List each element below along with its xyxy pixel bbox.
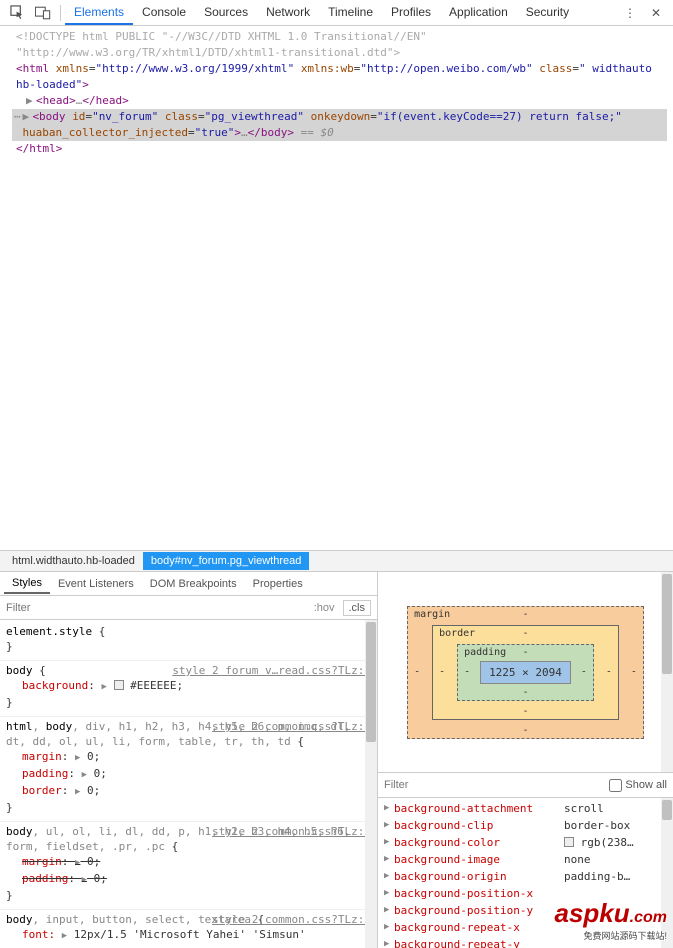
styles-panel: Styles Event Listeners DOM Breakpoints P… (0, 572, 378, 948)
device-toggle-icon[interactable] (30, 1, 56, 25)
lower-panel: Styles Event Listeners DOM Breakpoints P… (0, 572, 673, 948)
subtab-properties[interactable]: Properties (245, 575, 311, 593)
styles-rules[interactable]: element.style {} style 2 forum v…read.cs… (0, 620, 377, 948)
toolbar-separator (60, 5, 61, 21)
padding-label: padding (464, 647, 506, 658)
rule-source-link[interactable]: style 2 forum v…read.css?TLz:1 (172, 663, 371, 678)
computed-row[interactable]: ▶background-color rgb(238… (378, 834, 673, 851)
more-icon[interactable]: ⋮ (617, 1, 643, 25)
tab-security[interactable]: Security (517, 1, 578, 25)
rule-struck[interactable]: style 2 common.css?TLz:1 body, ul, ol, l… (0, 822, 377, 910)
tab-sources[interactable]: Sources (195, 1, 257, 25)
rule-body-bg[interactable]: style 2 forum v…read.css?TLz:1 body { ba… (0, 661, 377, 717)
devtools-toolbar: Elements Console Sources Network Timelin… (0, 0, 673, 26)
dom-tree[interactable]: <!DOCTYPE html PUBLIC "-//W3C//DTD XHTML… (0, 26, 673, 550)
rule-element-style[interactable]: element.style {} (0, 622, 377, 661)
subtab-styles[interactable]: Styles (4, 574, 50, 594)
computed-properties[interactable]: ▶background-attachmentscroll ▶background… (378, 798, 673, 948)
tab-elements[interactable]: Elements (65, 1, 133, 25)
head-line[interactable]: ▶<head>…</head> (12, 93, 667, 109)
crumb-body[interactable]: body#nv_forum.pg_viewthread (143, 552, 309, 570)
crumb-html[interactable]: html.widthauto.hb-loaded (4, 552, 143, 570)
computed-scrollbar[interactable] (661, 798, 673, 948)
computed-row[interactable]: ▶background-position-y (378, 902, 673, 919)
styles-filter-row: :hov .cls (0, 596, 377, 620)
styles-subtabs: Styles Event Listeners DOM Breakpoints P… (0, 572, 377, 596)
html-close[interactable]: </html> (12, 141, 667, 157)
computed-row[interactable]: ▶background-repeat-x (378, 919, 673, 936)
rule-reset[interactable]: style 2 common.css?TLz:1 html, body, div… (0, 717, 377, 822)
subtab-eventlisteners[interactable]: Event Listeners (50, 575, 142, 593)
panel-tabs: Elements Console Sources Network Timelin… (65, 1, 617, 25)
cls-toggle[interactable]: .cls (343, 600, 372, 616)
show-all-checkbox[interactable]: Show all (609, 779, 667, 792)
border-label: border (439, 628, 475, 639)
computed-filter-input[interactable] (384, 779, 609, 791)
hov-toggle[interactable]: :hov (314, 602, 335, 614)
body-line-selected[interactable]: ⋯ ▶<body id="nv_forum" class="pg_viewthr… (12, 109, 667, 141)
html-open[interactable]: <html xmlns="http://www.w3.org/1999/xhtm… (12, 61, 667, 93)
content-size: 1225 × 2094 (480, 661, 571, 684)
computed-panel: margin - - - - border - - - - padding - … (378, 572, 673, 948)
inspect-icon[interactable] (4, 1, 30, 25)
boxmodel-scrollbar[interactable] (661, 572, 673, 772)
tab-application[interactable]: Application (440, 1, 517, 25)
computed-row[interactable]: ▶background-imagenone (378, 851, 673, 868)
rule-source-link[interactable]: style 2 common.css?TLz:1 (212, 719, 371, 734)
computed-row[interactable]: ▶background-position-x (378, 885, 673, 902)
tab-profiles[interactable]: Profiles (382, 1, 440, 25)
computed-filter-row: Show all (378, 772, 673, 798)
styles-scrollbar[interactable] (365, 620, 377, 948)
computed-row[interactable]: ▶background-attachmentscroll (378, 800, 673, 817)
tab-network[interactable]: Network (257, 1, 319, 25)
margin-label: margin (414, 609, 450, 620)
computed-row[interactable]: ▶background-originpadding-b… (378, 868, 673, 885)
subtab-dombreakpoints[interactable]: DOM Breakpoints (142, 575, 245, 593)
computed-row[interactable]: ▶background-repeat-y (378, 936, 673, 948)
tab-console[interactable]: Console (133, 1, 195, 25)
breadcrumb: html.widthauto.hb-loaded body#nv_forum.p… (0, 550, 673, 572)
close-icon[interactable]: ✕ (643, 1, 669, 25)
doctype-line[interactable]: <!DOCTYPE html PUBLIC "-//W3C//DTD XHTML… (12, 29, 667, 61)
rule-font[interactable]: style 2 common.css?TLz:1 body, input, bu… (0, 910, 377, 948)
box-model[interactable]: margin - - - - border - - - - padding - … (378, 572, 673, 772)
computed-row[interactable]: ▶background-clipborder-box (378, 817, 673, 834)
rule-source-link[interactable]: style 2 common.css?TLz:1 (212, 912, 371, 927)
tab-timeline[interactable]: Timeline (319, 1, 382, 25)
styles-filter-input[interactable] (6, 602, 314, 614)
rule-source-link[interactable]: style 2 common.css?TLz:1 (212, 824, 371, 839)
